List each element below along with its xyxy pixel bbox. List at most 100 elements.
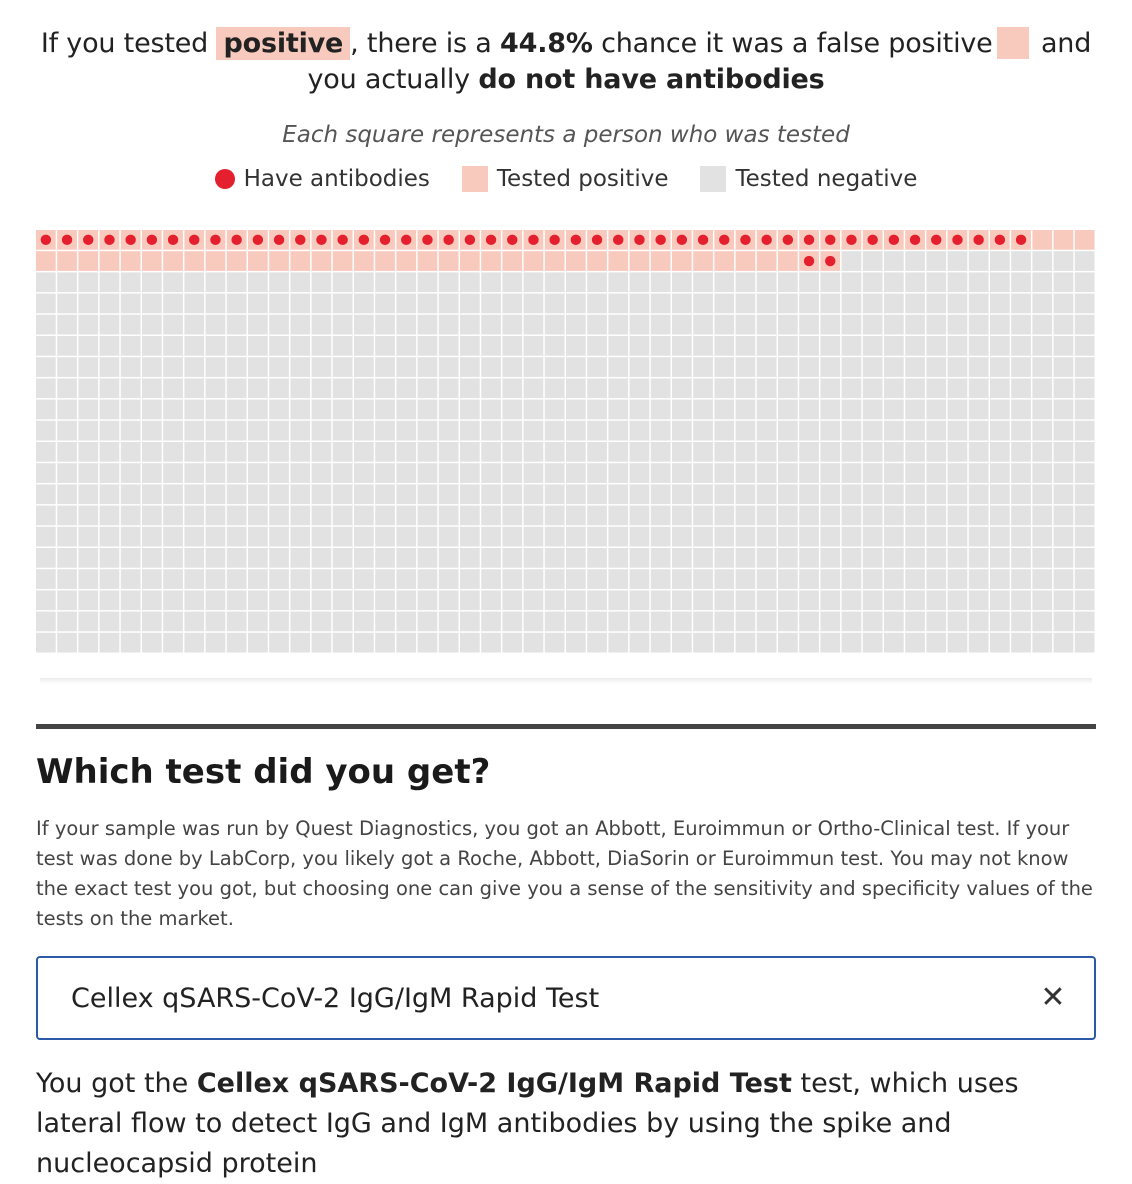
negative-square <box>841 484 862 505</box>
antibody-dot <box>83 234 94 246</box>
negative-square <box>926 611 947 632</box>
negative-square <box>735 357 756 377</box>
negative-square <box>884 399 904 420</box>
positive-square <box>714 251 735 271</box>
negative-square <box>269 611 289 632</box>
negative-square <box>78 314 99 335</box>
negative-square <box>672 272 692 293</box>
antibody-dot <box>825 234 836 246</box>
negative-square <box>417 463 438 483</box>
negative-square <box>926 505 947 526</box>
negative-square <box>184 590 205 611</box>
antibody-dot <box>719 234 730 246</box>
negative-square <box>248 526 268 547</box>
negative-square <box>460 314 480 335</box>
negative-square <box>523 569 544 589</box>
negative-square <box>587 272 607 293</box>
negative-square <box>778 420 798 441</box>
negative-square <box>905 442 925 462</box>
negative-square <box>629 505 650 526</box>
negative-square <box>756 378 777 399</box>
negative-square <box>735 590 756 611</box>
negative-square <box>248 632 268 653</box>
negative-square <box>884 336 904 356</box>
negative-square <box>587 399 607 420</box>
negative-square <box>226 293 247 314</box>
negative-square <box>396 505 417 526</box>
positive-square <box>226 251 247 271</box>
negative-square <box>163 357 183 377</box>
negative-square <box>481 336 501 356</box>
negative-square <box>99 272 120 293</box>
negative-square <box>57 399 77 420</box>
negative-square <box>650 314 671 335</box>
test-select[interactable]: Cellex qSARS-CoV-2 IgG/IgM Rapid Test ✕ <box>36 956 1096 1040</box>
negative-square <box>629 463 650 483</box>
negative-square <box>481 611 501 632</box>
negative-square <box>163 378 183 399</box>
negative-square <box>947 463 968 483</box>
negative-square <box>354 505 374 526</box>
negative-square <box>354 314 374 335</box>
negative-square <box>672 590 692 611</box>
negative-square <box>608 505 629 526</box>
negative-square <box>544 590 565 611</box>
negative-square <box>354 611 374 632</box>
negative-square <box>226 590 247 611</box>
antibody-dot <box>485 234 497 246</box>
negative-square <box>1074 548 1095 568</box>
negative-square <box>375 590 395 611</box>
negative-square <box>841 357 862 377</box>
negative-square <box>142 526 162 547</box>
negative-square <box>523 590 544 611</box>
negative-square <box>841 293 862 314</box>
negative-square <box>544 442 565 462</box>
positive-square <box>481 251 501 271</box>
headline: If you tested positive, there is a 44.8%… <box>36 26 1096 98</box>
negative-square <box>1074 378 1095 399</box>
negative-square <box>629 548 650 568</box>
negative-square <box>735 569 756 589</box>
negative-square <box>163 420 183 441</box>
negative-square <box>290 378 311 399</box>
close-icon[interactable]: ✕ <box>1038 980 1068 1015</box>
negative-square <box>544 357 565 377</box>
negative-square <box>947 336 968 356</box>
negative-square <box>650 293 671 314</box>
negative-square <box>566 378 586 399</box>
negative-square <box>841 272 862 293</box>
negative-square <box>544 569 565 589</box>
negative-square <box>608 526 629 547</box>
negative-square <box>57 569 77 589</box>
negative-square <box>184 505 205 526</box>
negative-square <box>990 420 1010 441</box>
negative-square <box>587 505 607 526</box>
negative-square <box>608 590 629 611</box>
negative-square <box>502 399 523 420</box>
negative-square <box>460 357 480 377</box>
negative-square <box>269 314 289 335</box>
negative-square <box>947 420 968 441</box>
negative-square <box>248 357 268 377</box>
negative-square <box>820 526 841 547</box>
negative-square <box>417 590 438 611</box>
negative-square <box>523 336 544 356</box>
negative-square <box>566 526 586 547</box>
negative-square <box>1053 336 1074 356</box>
antibody-dot <box>867 234 878 246</box>
negative-square <box>290 293 311 314</box>
negative-square <box>78 272 99 293</box>
negative-square <box>693 357 713 377</box>
negative-square <box>205 548 226 568</box>
negative-square <box>650 611 671 632</box>
negative-square <box>990 484 1010 505</box>
negative-square <box>990 548 1010 568</box>
negative-square <box>332 505 353 526</box>
negative-square <box>523 548 544 568</box>
antibody-dot <box>146 234 158 246</box>
negative-square <box>78 399 99 420</box>
negative-square <box>163 505 183 526</box>
negative-square <box>142 484 162 505</box>
negative-square <box>735 399 756 420</box>
positive-square <box>523 251 544 271</box>
